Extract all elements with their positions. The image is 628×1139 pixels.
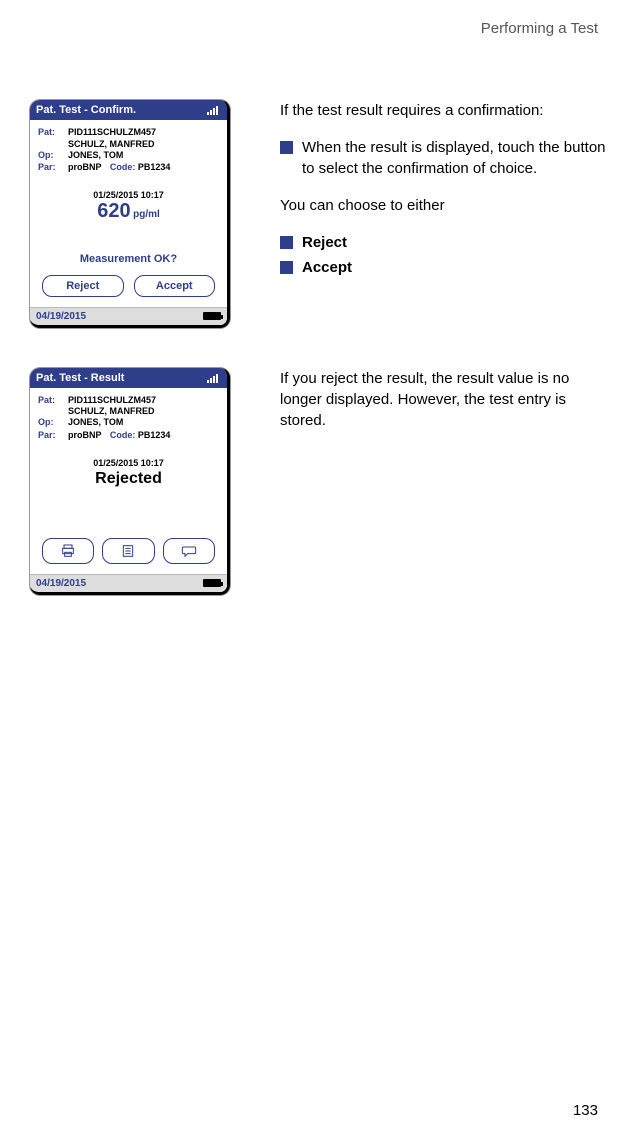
code-label: Code: xyxy=(110,162,136,172)
battery-icon xyxy=(203,312,221,320)
op-val: JONES, TOM xyxy=(68,149,219,162)
result-unit: pg/ml xyxy=(133,209,160,220)
op-label: Op: xyxy=(38,149,68,162)
op-val: JONES, TOM xyxy=(68,416,219,429)
reject-button[interactable]: Reject xyxy=(42,275,124,297)
result-timestamp: 01/25/2015 10:17 xyxy=(38,458,219,468)
pat-name: SCHULZ, MANFRED xyxy=(68,406,219,416)
print-button[interactable] xyxy=(42,538,94,564)
device-result: Pat. Test - Result Pat: PID111SCHULZM457… xyxy=(30,368,230,595)
measurement-prompt: Measurement OK? xyxy=(38,253,219,265)
pat-id: PID111SCHULZM457 xyxy=(68,394,219,407)
device-title: Pat. Test - Confirm. xyxy=(36,104,136,116)
device-confirm: Pat. Test - Confirm. Pat: PID111SCHULZM4… xyxy=(30,100,230,328)
code-val: PB1234 xyxy=(138,430,171,440)
device-footer: 04/19/2015 xyxy=(30,574,227,592)
page-content: Pat. Test - Confirm. Pat: PID111SCHULZM4… xyxy=(20,100,608,635)
paragraph: If you reject the result, the result val… xyxy=(280,368,608,431)
pat-label: Pat: xyxy=(38,394,68,407)
speech-bubble-icon xyxy=(180,543,198,559)
par-label: Par: xyxy=(38,429,68,442)
result-status: Rejected xyxy=(38,470,219,488)
op-label: Op: xyxy=(38,416,68,429)
device-footer: 04/19/2015 xyxy=(30,307,227,325)
result-timestamp: 01/25/2015 10:17 xyxy=(38,190,219,200)
accept-button[interactable]: Accept xyxy=(134,275,216,297)
footer-date: 04/19/2015 xyxy=(36,578,86,589)
footer-date: 04/19/2015 xyxy=(36,311,86,322)
signal-icon xyxy=(207,105,221,115)
list-item: Reject xyxy=(280,232,608,253)
par-val: proBNP Code: PB1234 xyxy=(68,429,219,442)
page-header: Performing a Test xyxy=(481,20,598,37)
code-label: Code: xyxy=(110,430,136,440)
row-confirm: Pat. Test - Confirm. Pat: PID111SCHULZM4… xyxy=(20,100,608,328)
page-number: 133 xyxy=(573,1102,598,1119)
par-label: Par: xyxy=(38,161,68,174)
comment-button[interactable] xyxy=(163,538,215,564)
device-titlebar: Pat. Test - Result xyxy=(30,368,227,388)
menu-button[interactable] xyxy=(102,538,154,564)
result-value: 620 xyxy=(97,200,130,222)
device-titlebar: Pat. Test - Confirm. xyxy=(30,100,227,120)
printer-icon xyxy=(59,543,77,559)
pat-label: Pat: xyxy=(38,126,68,139)
device-title: Pat. Test - Result xyxy=(36,372,124,384)
list-item: Accept xyxy=(280,257,608,278)
list-item: When the result is displayed, touch the … xyxy=(280,137,608,179)
paragraph: If the test result requires a confirmati… xyxy=(280,100,608,121)
pat-id: PID111SCHULZM457 xyxy=(68,126,219,139)
list-icon xyxy=(119,543,137,559)
paragraph: You can choose to either xyxy=(280,195,608,216)
row-result: Pat. Test - Result Pat: PID111SCHULZM457… xyxy=(20,368,608,595)
pat-name: SCHULZ, MANFRED xyxy=(68,139,219,149)
signal-icon xyxy=(207,373,221,383)
battery-icon xyxy=(203,579,221,587)
par-val: proBNP Code: PB1234 xyxy=(68,161,219,174)
code-val: PB1234 xyxy=(138,162,171,172)
